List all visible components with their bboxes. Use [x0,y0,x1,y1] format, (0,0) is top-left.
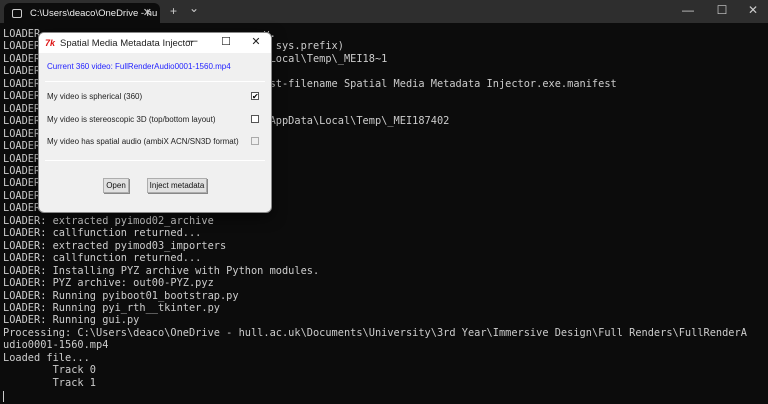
current-video-label: Current 360 video: FullRenderAudio0001-1… [47,62,231,71]
terminal-cursor [3,391,4,402]
tab-dropdown-button[interactable]: ⌄ [189,1,199,15]
dialog-title-bar[interactable]: 7k Spatial Media Metadata Injector — ☐ ✕ [39,33,271,53]
minimize-button[interactable]: — [678,3,698,17]
spatial-audio-checkbox[interactable] [251,137,259,145]
spherical-checkbox[interactable]: ✔ [251,92,259,101]
dialog-maximize-button[interactable]: ☐ [218,35,234,48]
dialog-title: Spatial Media Metadata Injector [60,37,194,49]
terminal-line: Processing: C:\Users\deaco\OneDrive - hu… [3,326,747,339]
terminal-icon [12,8,22,18]
tk-logo-icon: 7k [45,38,56,48]
open-button[interactable]: Open [103,178,129,193]
close-window-button[interactable]: ✕ [743,3,763,17]
terminal-line: LOADER: callfunction returned... [3,227,202,240]
inject-metadata-button[interactable]: Inject metadata [147,178,207,193]
terminal-line: LOADER: callfunction returned... [3,252,202,265]
divider [45,160,265,161]
terminal-line: udio0001-1560.mp4 [3,339,109,352]
stereoscopic-checkbox[interactable] [251,115,259,123]
metadata-injector-dialog: 7k Spatial Media Metadata Injector — ☐ ✕… [38,32,272,213]
dialog-close-button[interactable]: ✕ [248,35,264,48]
divider [45,81,265,82]
tab-close-icon[interactable]: ✕ [143,6,152,19]
new-tab-button[interactable]: + [170,4,177,18]
terminal-line: LOADER: Installing PYZ archive with Pyth… [3,264,320,277]
tab-title: C:\Users\deaco\OneDrive - hu [30,7,158,19]
terminal-line: LOADER: Running pyiboot01_bootstrap.py [3,289,239,302]
terminal-line: Track 0 [3,364,96,377]
terminal-line: LOADER: extracted pyimod02_archive [3,214,214,227]
terminal-line: LOADER: Running gui.py [3,314,140,327]
terminal-line: LOADER: extracted pyimod03_importers [3,239,227,252]
terminal-line: LOADER: Running pyi_rth__tkinter.py [3,301,220,314]
spherical-label: My video is spherical (360) [47,92,143,101]
dialog-minimize-button[interactable]: — [184,35,200,47]
terminal-line: LOADER: PYZ archive: out00-PYZ.pyz [3,277,214,290]
tab-bar: C:\Users\deaco\OneDrive - hu ✕ + ⌄ — ☐ ✕ [0,0,768,23]
spatial-audio-label: My video has spatial audio (ambiX ACN/SN… [47,137,239,146]
stereoscopic-label: My video is stereoscopic 3D (top/bottom … [47,115,216,124]
terminal-line: Track 1 [3,376,96,389]
tab-terminal[interactable]: C:\Users\deaco\OneDrive - hu ✕ [4,3,160,23]
terminal-line: Loaded file... [3,351,90,364]
maximize-button[interactable]: ☐ [712,3,732,17]
